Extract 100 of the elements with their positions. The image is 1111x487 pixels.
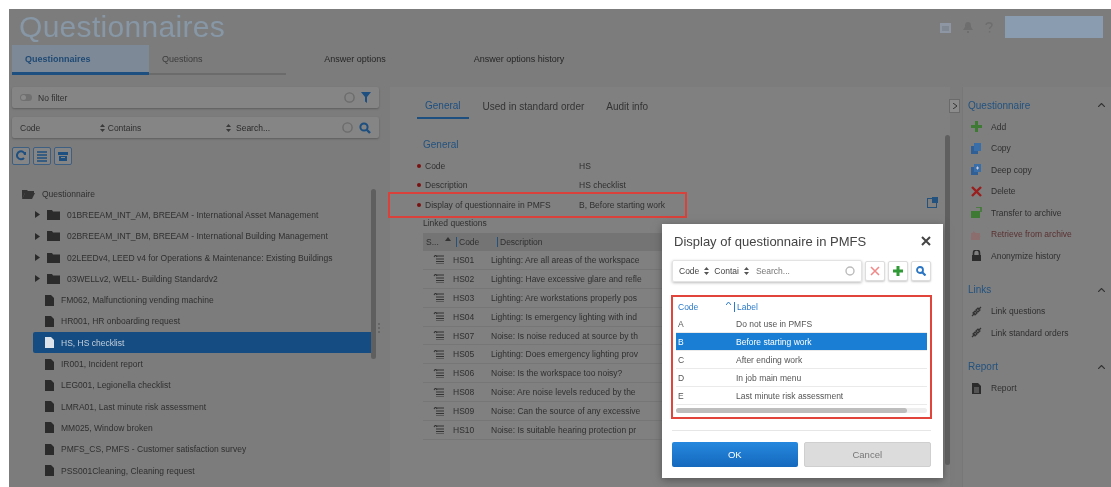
- operator-select[interactable]: Contai: [714, 266, 739, 276]
- scrollbar[interactable]: [676, 408, 907, 413]
- action-link[interactable]: Add: [991, 121, 1007, 132]
- sort-list-icon[interactable]: [432, 406, 444, 416]
- list-cell[interactable]: Do not use in PMFS: [736, 318, 813, 329]
- refresh-icon: [15, 150, 27, 162]
- list-cell[interactable]: Last minute risk assessment: [736, 390, 844, 401]
- tab[interactable]: Answer options history: [424, 45, 614, 75]
- copy-icon[interactable]: [971, 142, 982, 154]
- tab[interactable]: Used in standard order: [474, 95, 593, 119]
- action-link[interactable]: Copy: [991, 143, 1011, 154]
- sort-list-icon[interactable]: [432, 274, 444, 284]
- list-cell[interactable]: In job main menu: [736, 372, 802, 383]
- tree-item[interactable]: HS, HS checklist: [33, 332, 373, 354]
- operator-select[interactable]: Contains: [107, 122, 142, 133]
- tree-item[interactable]: 03WELLv2, WELL- Building Standardv2: [67, 273, 218, 284]
- tree-item[interactable]: LMRA01, Last minute risk assessment: [61, 401, 207, 412]
- tree-item[interactable]: IR001, Incident report: [61, 359, 143, 369]
- tab[interactable]: Audit info: [598, 95, 656, 119]
- tree-item[interactable]: LEG001, Legionella checklist: [61, 380, 171, 391]
- sort-list-icon[interactable]: [432, 349, 444, 359]
- tab[interactable]: Answer options: [286, 45, 424, 75]
- list-cell[interactable]: E: [676, 390, 736, 401]
- tree-item[interactable]: FM062, Malfunctioning vending machine: [61, 295, 214, 306]
- open-window-icon[interactable]: [927, 197, 938, 208]
- tree-item[interactable]: MM025, Window broken: [61, 422, 153, 433]
- search-button[interactable]: [911, 261, 931, 281]
- list-cell[interactable]: C: [676, 354, 736, 365]
- expand-arrow-icon[interactable]: [35, 232, 40, 240]
- search-icon[interactable]: [359, 121, 371, 134]
- ok-button[interactable]: OK: [672, 442, 798, 467]
- collapse-button[interactable]: [949, 99, 960, 113]
- sort-list-icon[interactable]: [432, 331, 444, 340]
- column-header[interactable]: Label: [734, 302, 758, 312]
- filter-icon[interactable]: [361, 92, 371, 103]
- field-select[interactable]: Code: [20, 122, 41, 133]
- expand-arrow-icon[interactable]: [35, 275, 40, 283]
- field-select[interactable]: Code: [679, 266, 700, 276]
- tab[interactable]: Questions: [149, 45, 286, 75]
- refresh-button[interactable]: [12, 147, 30, 165]
- tree-item[interactable]: HR001, HR onboarding request: [61, 316, 181, 327]
- sort-list-icon[interactable]: [432, 387, 444, 397]
- list-view-icon: [36, 150, 48, 162]
- action-link[interactable]: Link questions: [991, 306, 1046, 317]
- list-row[interactable]: B Before starting work: [676, 333, 927, 351]
- list-cell[interactable]: After ending work: [736, 354, 803, 365]
- list-view-button[interactable]: [33, 147, 51, 165]
- scrollbar[interactable]: [371, 189, 376, 359]
- folder-icon: [47, 209, 60, 220]
- chevron-up-icon[interactable]: [1098, 287, 1105, 292]
- column-header[interactable]: Description: [497, 237, 543, 247]
- list-cell[interactable]: A: [676, 318, 736, 329]
- add-button[interactable]: [888, 261, 908, 281]
- sort-list-icon[interactable]: [432, 425, 444, 435]
- clear-filter-button[interactable]: [865, 261, 885, 281]
- sort-list-icon[interactable]: [432, 293, 444, 303]
- deep-copy-icon[interactable]: [971, 164, 982, 176]
- action-link[interactable]: Transfer to archive: [991, 207, 1062, 218]
- chevron-up-icon[interactable]: [1098, 364, 1105, 369]
- tree-item[interactable]: PMFS_CS, PMFS - Customer satisfaction survey: [61, 444, 247, 455]
- tree-item[interactable]: Questionnaire: [42, 188, 95, 199]
- chevron-up-icon[interactable]: [1098, 103, 1105, 107]
- tree-item[interactable]: 02BREEAM_INT_BM, BREEAM - International Building Management: [67, 231, 328, 242]
- clear-icon[interactable]: [845, 266, 855, 276]
- list-cell[interactable]: D: [676, 372, 736, 383]
- action-link[interactable]: Anonymize history: [991, 250, 1061, 261]
- sort-list-icon[interactable]: [432, 255, 444, 265]
- tab[interactable]: Questionnaires: [12, 45, 149, 75]
- link-icon[interactable]: [971, 305, 982, 317]
- cancel-button[interactable]: Cancel: [803, 442, 931, 467]
- sort-arrows-icon: [99, 123, 105, 132]
- sort-list-icon[interactable]: [432, 312, 444, 322]
- sort-list-icon[interactable]: [432, 368, 444, 378]
- toggle-icon[interactable]: [20, 94, 32, 101]
- table-cell-text: HS10: [453, 424, 476, 435]
- sort-ascending-icon[interactable]: [444, 237, 451, 241]
- tree-item[interactable]: 01BREEAM_INT_AM, BREEAM - International Asset Management: [67, 209, 319, 220]
- delete-icon[interactable]: [971, 185, 982, 197]
- tab[interactable]: General: [417, 95, 469, 119]
- column-header[interactable]: Code: [678, 302, 699, 312]
- archive-button[interactable]: [54, 147, 72, 165]
- scrollbar[interactable]: [945, 135, 950, 465]
- action-link[interactable]: Report: [991, 383, 1017, 394]
- report-icon[interactable]: [971, 382, 982, 394]
- sort-ascending-icon[interactable]: [726, 302, 731, 305]
- action-link[interactable]: Delete: [991, 186, 1016, 197]
- lock-icon[interactable]: [971, 250, 982, 262]
- action-link[interactable]: Link standard orders: [991, 327, 1069, 338]
- search-field[interactable]: Search...: [234, 121, 349, 134]
- close-icon[interactable]: [921, 236, 931, 246]
- tree-item[interactable]: PSS001Cleaning, Cleaning request: [61, 465, 195, 476]
- document-icon: [45, 465, 54, 476]
- action-link[interactable]: Deep copy: [991, 164, 1032, 175]
- column-header[interactable]: Code: [456, 237, 497, 247]
- search-field[interactable]: Code Contai Search...: [672, 260, 862, 282]
- table-cell-text: HS01: [453, 254, 476, 265]
- link-icon[interactable]: [971, 327, 982, 339]
- expand-arrow-icon[interactable]: [35, 254, 40, 262]
- expand-arrow-icon[interactable]: [35, 211, 40, 219]
- tree-item[interactable]: 02LEEDv4, LEED v4 for Operations & Maintenance: Existing Buildings: [67, 252, 333, 263]
